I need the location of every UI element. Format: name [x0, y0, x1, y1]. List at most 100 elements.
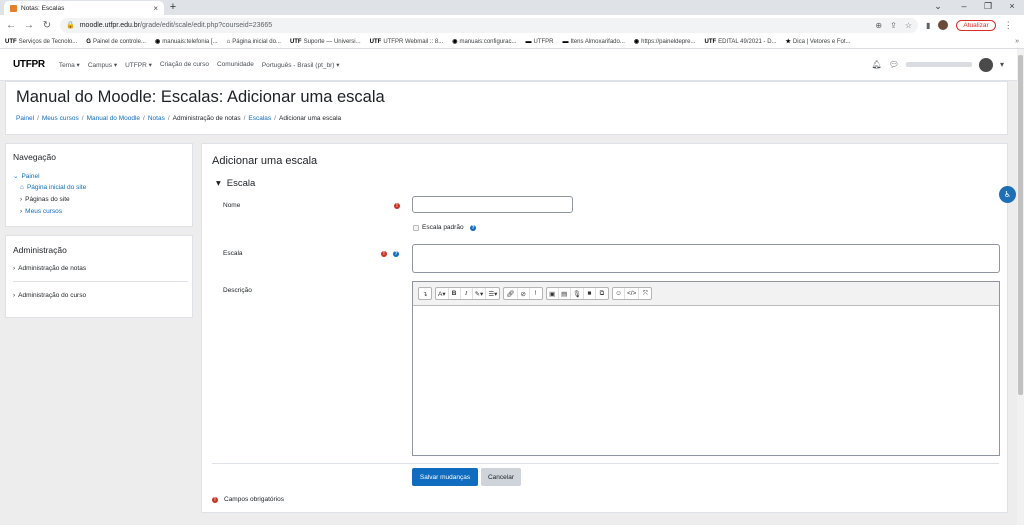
image-icon[interactable]: ▣ — [547, 288, 559, 299]
nav-my-courses[interactable]: › Meus cursos — [20, 208, 62, 215]
chevron-right-icon: › — [20, 208, 23, 215]
microphone-icon[interactable]: 🎙︎ — [571, 288, 584, 299]
breadcrumb-item[interactable]: Manual do Moodle — [87, 115, 140, 122]
scale-textarea[interactable] — [412, 244, 1000, 273]
zoom-icon[interactable]: ⊕ — [875, 21, 882, 30]
language-menu[interactable]: Português - Brasil (pt_br) ▾ — [262, 61, 340, 69]
editor-toolbar: ↴ A▾ B I ✎▾ ☰▾ 🔗︎ ⊘ ! ▣ ▤ 🎙︎ ■ ⧉ ☺ </> ⤧ — [413, 282, 999, 306]
nav-home-label: Página inicial do site — [26, 184, 87, 191]
bookmark-label: Painel de controle... — [92, 38, 146, 45]
user-avatar[interactable] — [978, 57, 993, 72]
list-icon[interactable]: ☰▾ — [486, 288, 499, 299]
bookmark-item[interactable]: ◉ manuais:configurac... — [452, 38, 516, 46]
fullscreen-icon[interactable]: ⤧ — [639, 288, 651, 299]
nav-site-pages[interactable]: › Páginas do site — [20, 196, 70, 203]
nav-home[interactable]: ⌂ Página inicial do site — [20, 184, 86, 191]
standard-scale-label: Escala padrão — [422, 224, 464, 231]
bookmark-star-icon[interactable]: ☆ — [905, 21, 912, 30]
bookmark-favicon-icon: ◉ — [633, 39, 640, 45]
nav-criacao-de-curso[interactable]: Criação de curso — [160, 61, 209, 68]
back-icon[interactable]: ← — [6, 20, 16, 31]
bookmark-item[interactable]: G Painel de controle... — [86, 39, 146, 45]
bookmarks-overflow-icon[interactable]: » — [1015, 38, 1019, 45]
address-bar[interactable]: 🔒 moodle.utfpr.edu.br/grade/edit/scale/e… — [60, 17, 918, 33]
bookmark-favicon-icon: ▬ — [562, 38, 569, 45]
share-icon[interactable]: ⇪ — [890, 21, 897, 30]
breadcrumb-item[interactable]: Painel — [16, 115, 34, 122]
user-menu-chevron-icon[interactable]: ▾ — [1000, 60, 1004, 69]
admin-grades[interactable]: › Administração de notas — [13, 265, 86, 272]
save-button[interactable]: Salvar mudanças — [412, 468, 478, 486]
unlink-icon[interactable]: ⊘ — [518, 288, 530, 299]
file-icon[interactable]: ▤ — [559, 288, 571, 299]
update-button[interactable]: Atualizar — [956, 19, 996, 31]
bookmark-item[interactable]: UTF UTFPR Webmail :: 8... — [370, 39, 444, 45]
breadcrumb-item[interactable]: Meus cursos — [42, 115, 79, 122]
utfpr-logo[interactable]: UTFPR — [13, 59, 45, 70]
admin-grades-label: Administração de notas — [18, 265, 87, 272]
standard-scale-checkbox[interactable] — [413, 225, 419, 231]
bookmark-item[interactable]: UTF Serviços de Tecnolo... — [5, 39, 77, 45]
tab-search-icon[interactable]: ⌄ — [926, 0, 950, 13]
admin-course-label: Administração do curso — [18, 292, 87, 299]
breadcrumb-item[interactable]: Escalas — [248, 115, 271, 122]
new-tab-button[interactable]: + — [166, 1, 180, 13]
video-icon[interactable]: ■ — [584, 288, 596, 299]
bookmark-item[interactable]: ▬ Itens Almoxarifado... — [563, 39, 625, 45]
bookmark-item[interactable]: ◉ https://paineldepre... — [633, 38, 696, 46]
brush-icon[interactable]: ✎▾ — [473, 288, 487, 299]
more-menu-icon[interactable]: ⋮ — [1004, 20, 1013, 31]
chevron-right-icon: › — [13, 292, 16, 299]
messages-icon[interactable]: 💬︎ — [889, 60, 899, 69]
emoji-icon[interactable]: ☺ — [613, 288, 625, 299]
nav-tema[interactable]: Tema ▾ — [59, 61, 80, 69]
bookmark-item[interactable]: ▬ UTFPR — [526, 39, 554, 45]
nav-campus[interactable]: Campus ▾ — [88, 61, 117, 69]
bookmark-label: Serviços de Tecnolo... — [18, 38, 78, 45]
nav-comunidade[interactable]: Comunidade — [217, 61, 254, 68]
nav-utfpr[interactable]: UTFPR ▾ — [125, 61, 152, 69]
restore-button[interactable]: ❐ — [976, 0, 1000, 13]
nav-painel-label: Painel — [21, 172, 40, 180]
bookmark-item[interactable]: ◉ manuais:telefonia [... — [155, 38, 218, 46]
close-tab-icon[interactable]: × — [153, 4, 158, 13]
name-input[interactable] — [412, 196, 573, 213]
close-window-button[interactable]: × — [1000, 0, 1024, 13]
alert-icon[interactable]: ! — [530, 288, 542, 299]
side-panel-icon[interactable]: ▮ — [926, 21, 930, 30]
profile-avatar[interactable] — [938, 20, 949, 30]
breadcrumb-item: Administração de notas — [172, 115, 241, 122]
forward-icon[interactable]: → — [24, 20, 34, 31]
bookmark-item[interactable]: ★ Dica | Vetores e Fot... — [786, 38, 851, 46]
toolbar-toggle-icon[interactable]: ↴ — [419, 288, 431, 299]
notifications-bell-icon[interactable]: 🔔︎ — [872, 60, 882, 69]
nav-painel[interactable]: ⌄ Painel — [13, 172, 40, 181]
divider — [13, 281, 188, 282]
help-icon[interactable]: ? — [393, 251, 399, 257]
copy-icon[interactable]: ⧉ — [596, 288, 608, 299]
required-icon: ! — [381, 251, 387, 257]
breadcrumb-item[interactable]: Notas — [148, 115, 165, 122]
admin-course[interactable]: › Administração do curso — [13, 292, 86, 299]
italic-icon[interactable]: I — [461, 288, 473, 299]
browser-tab[interactable]: Notas: Escalas × — [4, 1, 164, 15]
font-style-icon[interactable]: A▾ — [436, 288, 449, 299]
help-icon[interactable]: ? — [470, 225, 476, 231]
moodle-navbar: UTFPR Tema ▾ Campus ▾ UTFPR ▾ Criação de… — [0, 49, 1017, 81]
bookmark-item[interactable]: UTF Suporte — Universi... — [290, 39, 361, 45]
accessibility-icon[interactable]: ♿︎ — [999, 186, 1016, 203]
bookmark-item[interactable]: ⌂ Página inicial do... — [227, 39, 281, 45]
link-icon[interactable]: 🔗︎ — [504, 288, 518, 299]
scale-section-toggle[interactable]: ▾ Escala — [216, 178, 255, 189]
required-fields-text: Campos obrigatórios — [224, 496, 284, 503]
reload-icon[interactable]: ↻ — [42, 20, 52, 31]
cancel-button[interactable]: Cancelar — [481, 468, 521, 486]
user-name-blurred[interactable] — [905, 62, 972, 67]
html-code-icon[interactable]: </> — [625, 288, 640, 299]
bookmark-favicon-icon: UTF — [704, 38, 717, 45]
scrollbar-thumb[interactable] — [1018, 55, 1023, 395]
minimize-button[interactable]: – — [952, 0, 976, 13]
description-editor[interactable]: ↴ A▾ B I ✎▾ ☰▾ 🔗︎ ⊘ ! ▣ ▤ 🎙︎ ■ ⧉ ☺ </> ⤧ — [412, 281, 1000, 456]
bold-icon[interactable]: B — [449, 288, 461, 299]
bookmark-item[interactable]: UTF EDITAL 49/2021 - D... — [705, 39, 777, 45]
